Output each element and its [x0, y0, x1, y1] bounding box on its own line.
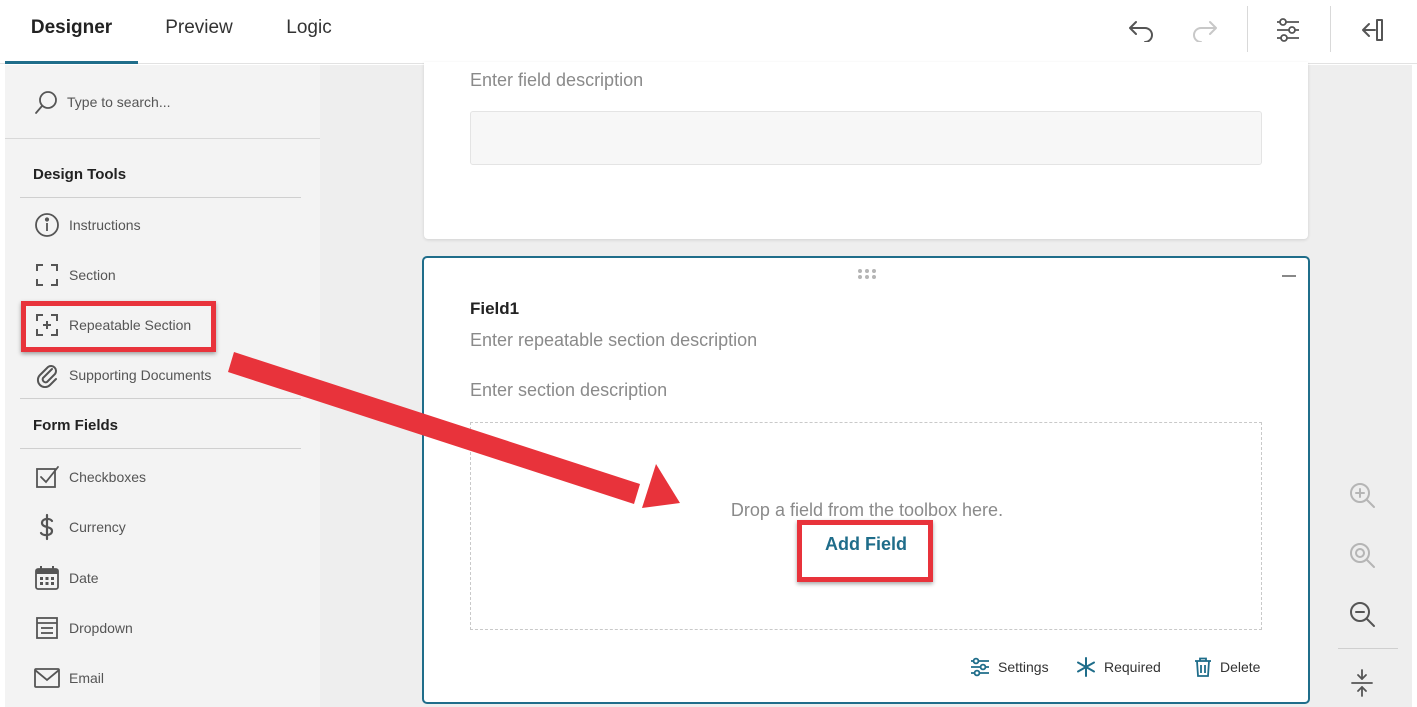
section-required-button[interactable]: Required	[1076, 655, 1161, 679]
form-fields-heading: Form Fields	[33, 417, 119, 434]
redo-icon[interactable]	[1185, 10, 1225, 50]
toolbar-divider	[1330, 6, 1331, 52]
tool-label: Email	[69, 670, 105, 686]
envelope-icon	[33, 664, 61, 692]
toolbox-sidebar: Design Tools Instructions Section Repeat…	[5, 65, 320, 707]
checkbox-icon	[33, 463, 61, 491]
divider	[20, 398, 301, 399]
tool-label: Checkboxes	[69, 469, 147, 485]
repeatable-description-placeholder[interactable]: Enter repeatable section description	[470, 330, 757, 351]
divider	[20, 448, 301, 449]
section-title[interactable]: Field1	[470, 299, 519, 319]
field-checkboxes[interactable]: Checkboxes	[33, 462, 293, 492]
tool-instructions[interactable]: Instructions	[33, 210, 293, 240]
tool-label: Dropdown	[69, 620, 133, 636]
search-input[interactable]	[67, 90, 297, 114]
field-currency[interactable]: Currency	[33, 512, 293, 542]
section-delete-button[interactable]: Delete	[1194, 655, 1260, 679]
dollar-icon	[33, 513, 61, 541]
drag-handle-icon[interactable]	[857, 267, 877, 285]
tool-section[interactable]: Section	[33, 260, 293, 290]
search-icon	[33, 90, 59, 121]
dropdown-list-icon	[33, 614, 61, 642]
highlight-box-add-field	[797, 520, 933, 582]
fit-vertical-icon[interactable]	[1342, 663, 1382, 703]
action-label: Required	[1104, 659, 1161, 675]
field-description-placeholder[interactable]: Enter field description	[470, 70, 643, 91]
asterisk-icon	[1076, 657, 1096, 677]
zoom-out-icon[interactable]	[1342, 594, 1382, 634]
tool-label: Instructions	[69, 217, 141, 233]
zoom-in-icon[interactable]	[1342, 475, 1382, 515]
tool-label: Date	[69, 570, 99, 586]
calendar-icon	[33, 564, 61, 592]
tab-logic[interactable]: Logic	[268, 0, 350, 64]
section-description-placeholder[interactable]: Enter section description	[470, 380, 667, 401]
field-email[interactable]: Email	[33, 663, 293, 693]
field-dropdown[interactable]: Dropdown	[33, 613, 293, 643]
field-date[interactable]: Date	[33, 563, 293, 593]
trash-icon	[1194, 657, 1212, 677]
zoom-divider	[1338, 648, 1398, 649]
highlight-box-repeatable-section	[21, 301, 216, 352]
drop-zone-text: Drop a field from the toolbox here.	[730, 500, 1004, 520]
undo-icon[interactable]	[1121, 10, 1161, 50]
tab-preview[interactable]: Preview	[150, 0, 248, 64]
action-label: Delete	[1220, 659, 1261, 675]
design-tools-heading: Design Tools	[33, 166, 127, 183]
tool-label: Section	[69, 267, 116, 283]
settings-sliders-icon	[970, 657, 990, 677]
minimize-icon[interactable]	[1282, 275, 1296, 277]
paperclip-icon	[33, 361, 61, 389]
collapse-panel-icon[interactable]	[1351, 10, 1391, 50]
field-card[interactable]: Enter field description	[424, 62, 1308, 239]
info-circle-icon	[33, 211, 61, 239]
section-settings-button[interactable]: Settings	[970, 655, 1049, 679]
settings-sliders-icon[interactable]	[1268, 10, 1308, 50]
field-input-preview	[470, 111, 1262, 165]
divider	[20, 197, 301, 198]
tool-label: Currency	[69, 519, 126, 535]
tab-designer[interactable]: Designer	[5, 0, 138, 64]
tool-supporting-documents[interactable]: Supporting Documents	[33, 360, 293, 390]
section-bracket-icon	[33, 261, 61, 289]
canvas-edge	[1412, 65, 1417, 707]
repeatable-section-card[interactable]: Field1 Enter repeatable section descript…	[422, 256, 1310, 704]
top-bar: Designer Preview Logic	[0, 0, 1417, 64]
zoom-reset-icon[interactable]	[1342, 535, 1382, 575]
toolbox-search	[5, 65, 320, 139]
active-tab-indicator	[5, 61, 138, 64]
action-label: Settings	[998, 659, 1049, 675]
toolbar-divider	[1247, 6, 1248, 52]
tool-label: Supporting Documents	[69, 367, 212, 383]
